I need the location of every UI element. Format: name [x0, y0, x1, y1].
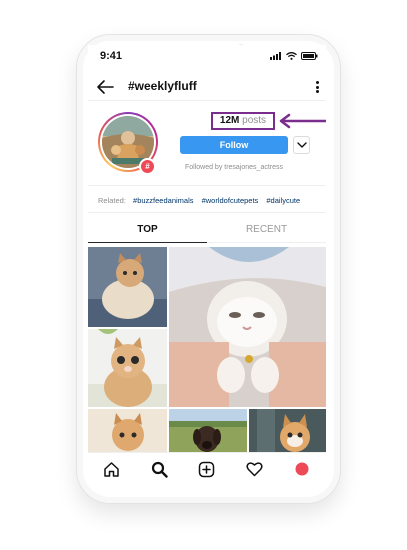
related-label: Related: — [98, 196, 126, 205]
status-bar: 9:41 — [88, 45, 326, 67]
related-hashtags: Related: #buzzfeedanimals #worldofcutepe… — [88, 185, 326, 213]
more-vertical-icon[interactable] — [314, 79, 320, 95]
status-time: 9:41 — [100, 50, 123, 62]
tab-recent[interactable]: RECENT — [207, 217, 326, 243]
annotation-arrow-icon — [279, 113, 326, 129]
follow-button[interactable]: Follow — [180, 136, 288, 154]
app-screen: 9:41 #weeklyfluff # 12M posts Follow Fol… — [88, 45, 326, 485]
page-title: #weeklyfluff — [128, 79, 197, 93]
post-thumbnail[interactable] — [169, 409, 247, 452]
profile-icon[interactable] — [291, 458, 313, 480]
search-icon[interactable] — [148, 458, 170, 480]
posts-count-value: 12M — [219, 115, 240, 126]
posts-count-label: posts — [242, 115, 267, 126]
post-thumbnail[interactable] — [169, 247, 326, 407]
add-post-icon[interactable] — [196, 458, 218, 480]
hashtag-badge: # — [139, 158, 156, 175]
tab-top[interactable]: TOP — [88, 217, 207, 243]
wifi-icon — [286, 52, 297, 60]
arrow-left-icon[interactable] — [94, 76, 116, 98]
post-thumbnail[interactable] — [88, 409, 167, 452]
post-thumbnail[interactable] — [88, 329, 167, 407]
related-tag[interactable]: #dailycute — [266, 196, 300, 205]
bottom-nav — [88, 452, 326, 485]
heart-icon[interactable] — [244, 458, 266, 480]
related-tag[interactable]: #buzzfeedanimals — [133, 196, 193, 205]
post-thumbnail[interactable] — [88, 247, 167, 327]
feed-tabs: TOP RECENT — [88, 217, 326, 243]
post-grid — [88, 247, 326, 452]
status-icons — [270, 52, 318, 60]
related-tag[interactable]: #worldofcutepets — [202, 196, 259, 205]
followed-by-text: Followed by tresajones_actress — [184, 164, 284, 171]
hashtag-header: #weeklyfluff — [88, 73, 326, 101]
posts-count: 12M posts — [211, 112, 275, 130]
signal-icon — [270, 52, 281, 60]
follow-dropdown-button[interactable] — [293, 136, 310, 154]
chevron-down-icon — [297, 142, 307, 148]
battery-icon — [301, 52, 318, 60]
home-icon[interactable] — [101, 458, 123, 480]
post-thumbnail[interactable] — [249, 409, 326, 452]
